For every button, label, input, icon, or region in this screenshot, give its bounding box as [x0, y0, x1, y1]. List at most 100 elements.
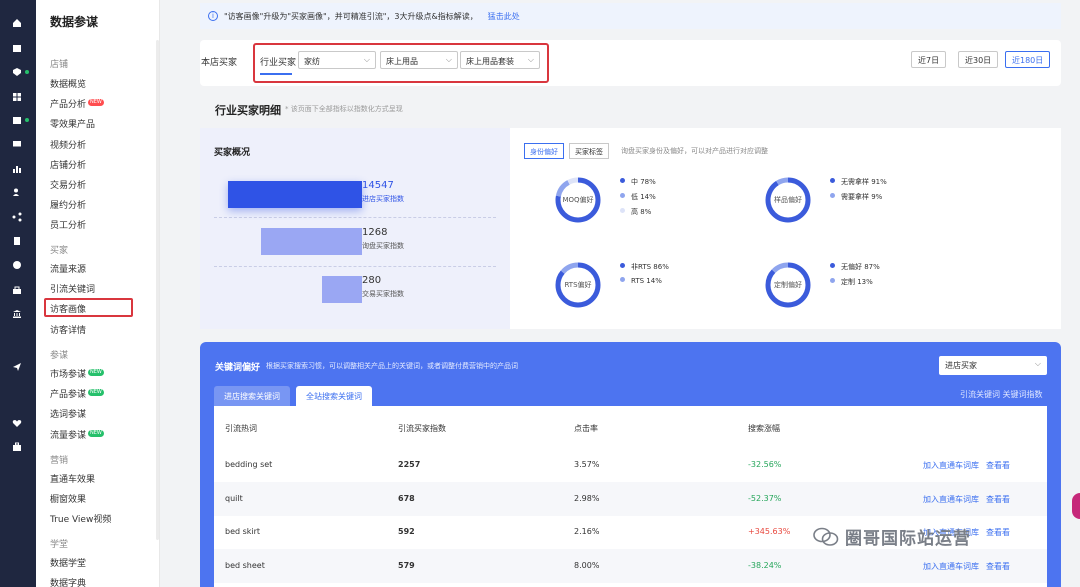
category-select-3[interactable]: 床上用品套装 ⌵ [460, 51, 540, 69]
nav-item-label: 履约分析 [50, 201, 87, 212]
store-buyer-tab[interactable]: 本店买家 [201, 55, 237, 68]
industry-buyer-tab[interactable]: 行业买家 [260, 55, 296, 68]
legend-dot-icon [830, 263, 835, 268]
nav-item[interactable]: 橱窗效果 [50, 492, 86, 505]
add-to-p4p-link[interactable]: 加入直通车词库 [923, 561, 979, 572]
table-cell: bed skirt [225, 527, 261, 536]
nav-item[interactable]: 访客详情 [50, 323, 86, 336]
category-select-2[interactable]: 床上用品 ⌵ [380, 51, 458, 69]
divider [214, 217, 496, 218]
info-link[interactable]: 猛击此处 [488, 11, 520, 22]
legend-text: 低 14% [631, 193, 656, 201]
chart-icon[interactable] [11, 163, 23, 175]
table-row: bed sheet 579 8.00% -38.24% 加入直通车词库 查看看 [214, 548, 1047, 583]
legend-item: RTS 14% [620, 277, 662, 285]
table-cell: -32.56% [748, 460, 782, 469]
date-7-button[interactable]: 近7日 [911, 51, 947, 68]
tab-identity-preference[interactable]: 身份偏好 [524, 143, 564, 159]
buyer-overview-panel: 买家概况 14547 进店买家指数 1268 询盘买家指数 280 交易买家指数 [200, 128, 510, 329]
view-link[interactable]: 查看看 [986, 561, 1010, 572]
legend-text: 无需拿样 91% [841, 178, 887, 186]
nav-item-label: 数据字典 [50, 579, 87, 587]
nav-item[interactable]: 流量参谋 NEW [50, 428, 104, 441]
date-180-button[interactable]: 近180日 [1005, 51, 1051, 68]
column-header: 引流买家指数 [398, 424, 446, 433]
view-link[interactable]: 查看看 [986, 494, 1010, 505]
nav-item[interactable]: 履约分析 [50, 198, 86, 211]
nav-section-label: 学堂 [50, 540, 69, 550]
home-icon[interactable] [11, 17, 23, 29]
legend-text: 定制 13% [841, 278, 873, 286]
tab-site-search-keywords[interactable]: 全站搜索关键词 [296, 386, 372, 406]
send-icon[interactable] [11, 361, 23, 373]
keyword-links[interactable]: 引流关键词 关键词指数 [960, 389, 1043, 400]
table-cell: -52.37% [748, 493, 782, 503]
view-link[interactable]: 查看看 [986, 527, 1010, 538]
floating-widget[interactable] [1072, 493, 1080, 519]
funnel-value: 14547 [362, 180, 394, 191]
share-icon[interactable] [11, 211, 23, 223]
nav-item[interactable]: 店铺分析 [50, 158, 86, 171]
nav-item-label: 交易分析 [50, 181, 87, 191]
nav-item[interactable]: 直通车效果 [50, 472, 95, 485]
nav-item[interactable]: 数据概览 [50, 77, 86, 90]
tab-underline [260, 73, 292, 75]
message-icon[interactable] [11, 138, 23, 150]
column-header: 点击率 [574, 424, 598, 433]
add-to-p4p-link[interactable]: 加入直通车词库 [923, 460, 979, 471]
nav-item[interactable]: 产品分析 NEW [50, 97, 104, 110]
briefcase-icon[interactable] [11, 441, 23, 453]
keyword-preference-panel: 关键词偏好 根据买家搜索习惯，可以调整相关产品上的关键词，或者调整付费营销中的产… [200, 342, 1061, 587]
bank-icon[interactable] [11, 308, 23, 320]
table-cell: -38.24% [748, 560, 782, 570]
bag-icon[interactable] [11, 284, 23, 296]
nav-item-label: 产品分析 [50, 100, 87, 111]
nav-item[interactable]: 选词参谋 [50, 407, 86, 420]
legend-dot-icon [620, 193, 625, 198]
buyer-type-select[interactable]: 进店买家 ⌵ [939, 356, 1047, 375]
legend-item: 高 8% [620, 207, 651, 217]
info-banner: i "访客画像"升级为"买家画像"，并可精准引流"，3大升级点&指标解读， 猛击… [200, 3, 1061, 29]
legend-item: 中 78% [620, 177, 656, 187]
nav-item-label: 橱窗效果 [50, 495, 87, 506]
nav-item[interactable]: 零效果产品 [50, 117, 95, 130]
nav-scrollbar[interactable] [156, 40, 159, 540]
users-icon[interactable] [11, 186, 23, 198]
clipboard-icon[interactable] [11, 235, 23, 247]
calendar-icon[interactable] [11, 42, 23, 54]
category-select-1[interactable]: 家纺 ⌵ [298, 51, 376, 69]
nav-item[interactable]: 视频分析 [50, 138, 86, 151]
date-30-button[interactable]: 近30日 [958, 51, 999, 68]
nav-item[interactable]: 流量来源 [50, 262, 86, 275]
legend-item: 定制 13% [830, 277, 873, 287]
view-link[interactable]: 查看看 [986, 460, 1010, 471]
grid-icon[interactable] [11, 91, 23, 103]
nav-item[interactable]: 数据字典 [50, 576, 86, 587]
nav-item[interactable]: 市场参谋 NEW [50, 367, 104, 380]
tab-buyer-tags[interactable]: 买家标签 [569, 143, 609, 159]
table-cell: 3.57% [574, 460, 600, 469]
nav-item[interactable]: 引流关键词 [50, 282, 95, 295]
nav-item[interactable]: 数据学堂 [50, 556, 86, 569]
keyword-title: 关键词偏好 [215, 363, 261, 373]
heart-icon[interactable] [11, 417, 23, 429]
nav-item[interactable]: 访客画像 [50, 302, 86, 315]
preference-panel: 身份偏好 买家标签 询盘买家身份及偏好，可以对产品进行对应调整 MOQ偏好 中 7… [510, 128, 1061, 329]
legend-text: 高 8% [631, 208, 652, 216]
nav-item[interactable]: 产品参谋 NEW [50, 387, 104, 400]
donut-label: MOQ偏好 [562, 196, 594, 204]
table-cell: 8.00% [574, 560, 600, 570]
shield-icon[interactable] [11, 66, 23, 78]
nav-item[interactable]: True View视频 [50, 512, 111, 525]
nav-item[interactable]: 交易分析 [50, 178, 86, 191]
legend-dot-icon [620, 208, 625, 213]
store-icon[interactable] [11, 114, 23, 126]
nav-item[interactable]: 员工分析 [50, 218, 86, 231]
nav-item-label: 产品参谋 [50, 390, 87, 401]
table-cell: 592 [398, 527, 415, 536]
section-note: * 该页面下全部指标以指数化方式呈现 [285, 105, 403, 113]
globe-icon[interactable] [11, 259, 23, 271]
nav-section-label: 店铺 [50, 60, 69, 70]
tab-store-search-keywords[interactable]: 进店搜索关键词 [214, 386, 290, 406]
add-to-p4p-link[interactable]: 加入直通车词库 [923, 494, 979, 505]
